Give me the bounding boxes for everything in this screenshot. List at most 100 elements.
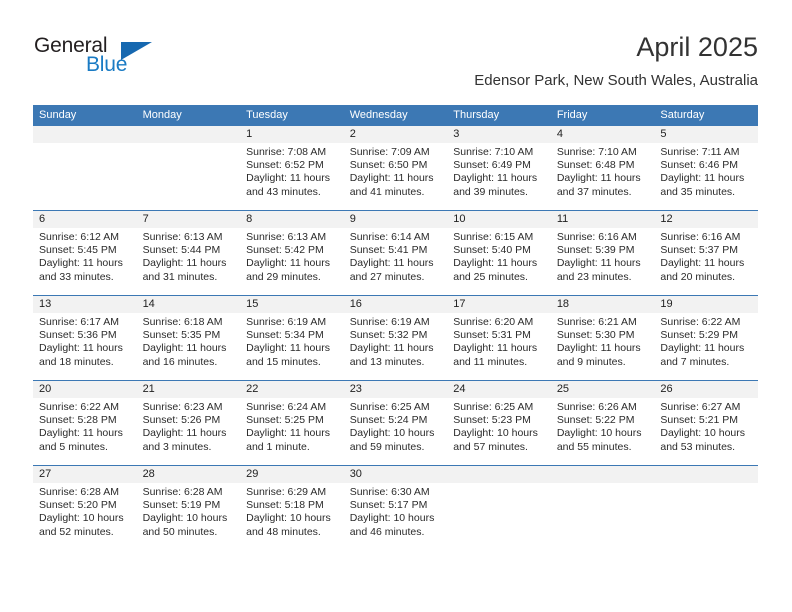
sunrise-time: Sunrise: 6:19 AM xyxy=(246,316,327,328)
calendar-day: 4 Sunrise: 7:10 AM Sunset: 6:48 PM Daylight… xyxy=(550,126,655,210)
daylight-duration-line1: Daylight: 11 hours xyxy=(556,172,641,185)
daylight-duration-line1: Daylight: 11 hours xyxy=(556,257,641,270)
sunrise-time: Sunrise: 6:16 AM xyxy=(556,231,637,243)
calendar-day-cell[interactable]: 15 Sunrise: 6:19 AM Sunset: 5:34 PM Dayligh… xyxy=(240,295,344,381)
day-number: 18 xyxy=(550,296,655,313)
calendar-day-cell[interactable]: 9 Sunrise: 6:14 AM Sunset: 5:41 PM Daylight… xyxy=(343,210,448,296)
calendar-day-cell[interactable]: 12 Sunrise: 6:16 AM Sunset: 5:37 PM Dayligh… xyxy=(654,210,758,296)
daylight-duration-line1: Daylight: 11 hours xyxy=(349,257,434,270)
day-number: 9 xyxy=(343,211,448,228)
day-number xyxy=(654,466,758,483)
daylight-duration-line1: Daylight: 10 hours xyxy=(349,427,435,440)
daylight-duration-line1: Daylight: 10 hours xyxy=(453,427,538,440)
calendar-day-cell[interactable]: 13 Sunrise: 6:17 AM Sunset: 5:36 PM Dayligh… xyxy=(33,295,137,381)
daylight-duration-line2: and 7 minutes. xyxy=(660,355,730,368)
calendar-day-cell[interactable]: 5 Sunrise: 7:11 AM Sunset: 6:46 PM Daylight… xyxy=(654,126,758,211)
calendar-week-row: 13 Sunrise: 6:17 AM Sunset: 5:36 PM Dayligh… xyxy=(33,295,758,381)
daylight-duration-line1: Daylight: 11 hours xyxy=(246,172,330,185)
calendar-day-cell[interactable]: 18 Sunrise: 6:21 AM Sunset: 5:30 PM Dayligh… xyxy=(550,295,655,381)
calendar-day-cell[interactable]: 27 Sunrise: 6:28 AM Sunset: 5:20 PM Dayligh… xyxy=(33,465,137,550)
calendar-day: 14 Sunrise: 6:18 AM Sunset: 5:35 PM Dayligh… xyxy=(136,296,241,380)
daylight-duration-line1: Daylight: 11 hours xyxy=(660,257,745,270)
day-number xyxy=(33,126,137,143)
sunrise-time: Sunrise: 7:09 AM xyxy=(349,146,430,158)
day-sun-info: Sunrise: 6:16 AM Sunset: 5:37 PM Daylight:… xyxy=(654,228,758,284)
sunset-time: Sunset: 5:45 PM xyxy=(39,244,117,257)
day-number: 8 xyxy=(240,211,344,228)
sunset-time: Sunset: 5:20 PM xyxy=(39,499,117,512)
day-number: 1 xyxy=(240,126,344,143)
day-sun-info: Sunrise: 6:15 AM Sunset: 5:40 PM Daylight:… xyxy=(447,228,551,284)
day-number: 5 xyxy=(654,126,758,143)
calendar-day-empty xyxy=(447,466,551,550)
day-number: 12 xyxy=(654,211,758,228)
calendar-day-cell[interactable]: 20 Sunrise: 6:22 AM Sunset: 5:28 PM Dayligh… xyxy=(33,380,137,466)
calendar-day-cell[interactable]: 8 Sunrise: 6:13 AM Sunset: 5:42 PM Daylight… xyxy=(240,210,344,296)
calendar-day: 1 Sunrise: 7:08 AM Sunset: 6:52 PM Daylight… xyxy=(240,126,344,210)
calendar-day-cell[interactable]: 26 Sunrise: 6:27 AM Sunset: 5:21 PM Dayligh… xyxy=(654,380,758,466)
calendar-day-empty xyxy=(136,126,241,210)
calendar-day-cell[interactable]: 1 Sunrise: 7:08 AM Sunset: 6:52 PM Daylight… xyxy=(240,126,344,211)
daylight-duration-line2: and 55 minutes. xyxy=(556,440,632,453)
daylight-duration-line2: and 11 minutes. xyxy=(453,355,528,368)
calendar-day: 16 Sunrise: 6:19 AM Sunset: 5:32 PM Dayligh… xyxy=(343,296,448,380)
day-sun-info: Sunrise: 7:08 AM Sunset: 6:52 PM Daylight:… xyxy=(240,143,344,199)
sunset-time: Sunset: 5:17 PM xyxy=(349,499,428,512)
day-sun-info: Sunrise: 6:22 AM Sunset: 5:28 PM Daylight:… xyxy=(33,398,137,454)
calendar-day-cell[interactable]: 30 Sunrise: 6:30 AM Sunset: 5:17 PM Dayligh… xyxy=(343,465,448,550)
day-sun-info: Sunrise: 6:12 AM Sunset: 5:45 PM Daylight:… xyxy=(33,228,137,284)
calendar-day-cell[interactable]: 4 Sunrise: 7:10 AM Sunset: 6:48 PM Daylight… xyxy=(550,126,655,211)
calendar-day-cell[interactable]: 2 Sunrise: 7:09 AM Sunset: 6:50 PM Daylight… xyxy=(343,126,448,211)
sunrise-time: Sunrise: 6:20 AM xyxy=(453,316,534,328)
calendar-day-cell[interactable]: 28 Sunrise: 6:28 AM Sunset: 5:19 PM Dayligh… xyxy=(136,465,241,550)
daylight-duration-line2: and 39 minutes. xyxy=(453,185,528,198)
day-number: 10 xyxy=(447,211,551,228)
general-blue-logo[interactable]: General Blue xyxy=(34,34,164,86)
calendar-day-cell[interactable] xyxy=(654,465,758,550)
calendar-week-row: 6 Sunrise: 6:12 AM Sunset: 5:45 PM Daylight… xyxy=(33,210,758,296)
sunset-time: Sunset: 5:22 PM xyxy=(556,414,635,427)
calendar-day-cell[interactable]: 17 Sunrise: 6:20 AM Sunset: 5:31 PM Dayligh… xyxy=(447,295,551,381)
daylight-duration-line2: and 5 minutes. xyxy=(39,440,108,453)
sunset-time: Sunset: 5:37 PM xyxy=(660,244,739,257)
calendar-day-cell[interactable]: 10 Sunrise: 6:15 AM Sunset: 5:40 PM Dayligh… xyxy=(447,210,551,296)
day-sun-info: Sunrise: 6:13 AM Sunset: 5:42 PM Daylight:… xyxy=(240,228,344,284)
calendar-day-cell[interactable]: 23 Sunrise: 6:25 AM Sunset: 5:24 PM Dayligh… xyxy=(343,380,448,466)
calendar-day-cell[interactable]: 3 Sunrise: 7:10 AM Sunset: 6:49 PM Daylight… xyxy=(447,126,551,211)
calendar-day: 5 Sunrise: 7:11 AM Sunset: 6:46 PM Daylight… xyxy=(654,126,758,210)
daylight-duration-line2: and 35 minutes. xyxy=(660,185,736,198)
daylight-duration-line1: Daylight: 10 hours xyxy=(39,512,124,525)
calendar-day: 24 Sunrise: 6:25 AM Sunset: 5:23 PM Dayligh… xyxy=(447,381,551,465)
day-sun-info: Sunrise: 6:19 AM Sunset: 5:32 PM Daylight:… xyxy=(344,313,448,369)
calendar-day-cell[interactable]: 24 Sunrise: 6:25 AM Sunset: 5:23 PM Dayligh… xyxy=(447,380,551,466)
sunrise-time: Sunrise: 6:23 AM xyxy=(142,401,223,413)
calendar-day-cell[interactable] xyxy=(33,126,137,211)
calendar-day-cell[interactable]: 16 Sunrise: 6:19 AM Sunset: 5:32 PM Dayligh… xyxy=(343,295,448,381)
calendar-day-cell[interactable] xyxy=(550,465,655,550)
sunrise-time: Sunrise: 6:22 AM xyxy=(39,401,119,413)
calendar-day-cell[interactable]: 29 Sunrise: 6:29 AM Sunset: 5:18 PM Dayligh… xyxy=(240,465,344,550)
calendar-day-cell[interactable] xyxy=(447,465,551,550)
calendar-day: 8 Sunrise: 6:13 AM Sunset: 5:42 PM Daylight… xyxy=(240,211,344,295)
calendar-day-cell[interactable]: 19 Sunrise: 6:22 AM Sunset: 5:29 PM Dayligh… xyxy=(654,295,758,381)
calendar-day-cell[interactable]: 22 Sunrise: 6:24 AM Sunset: 5:25 PM Dayligh… xyxy=(240,380,344,466)
sunset-time: Sunset: 5:42 PM xyxy=(246,244,324,257)
calendar-day-cell[interactable]: 21 Sunrise: 6:23 AM Sunset: 5:26 PM Dayligh… xyxy=(136,380,241,466)
weekday-header-friday: Friday xyxy=(550,105,655,126)
sunset-time: Sunset: 5:26 PM xyxy=(142,414,221,427)
calendar-day-cell[interactable] xyxy=(136,126,241,211)
calendar-day-cell[interactable]: 7 Sunrise: 6:13 AM Sunset: 5:44 PM Daylight… xyxy=(136,210,241,296)
sunset-time: Sunset: 5:39 PM xyxy=(556,244,635,257)
calendar-day-cell[interactable]: 6 Sunrise: 6:12 AM Sunset: 5:45 PM Daylight… xyxy=(33,210,137,296)
calendar-day-cell[interactable]: 25 Sunrise: 6:26 AM Sunset: 5:22 PM Dayligh… xyxy=(550,380,655,466)
calendar-day-cell[interactable]: 14 Sunrise: 6:18 AM Sunset: 5:35 PM Dayligh… xyxy=(136,295,241,381)
sunset-time: Sunset: 6:50 PM xyxy=(349,159,428,172)
daylight-duration-line1: Daylight: 11 hours xyxy=(142,342,227,355)
day-number: 28 xyxy=(136,466,241,483)
daylight-duration-line2: and 9 minutes. xyxy=(556,355,626,368)
day-sun-info: Sunrise: 6:28 AM Sunset: 5:20 PM Daylight:… xyxy=(33,483,137,539)
sunrise-time: Sunrise: 6:21 AM xyxy=(556,316,637,328)
calendar-day-cell[interactable]: 11 Sunrise: 6:16 AM Sunset: 5:39 PM Dayligh… xyxy=(550,210,655,296)
daylight-duration-line2: and 15 minutes. xyxy=(246,355,321,368)
sunrise-time: Sunrise: 6:30 AM xyxy=(349,486,430,498)
